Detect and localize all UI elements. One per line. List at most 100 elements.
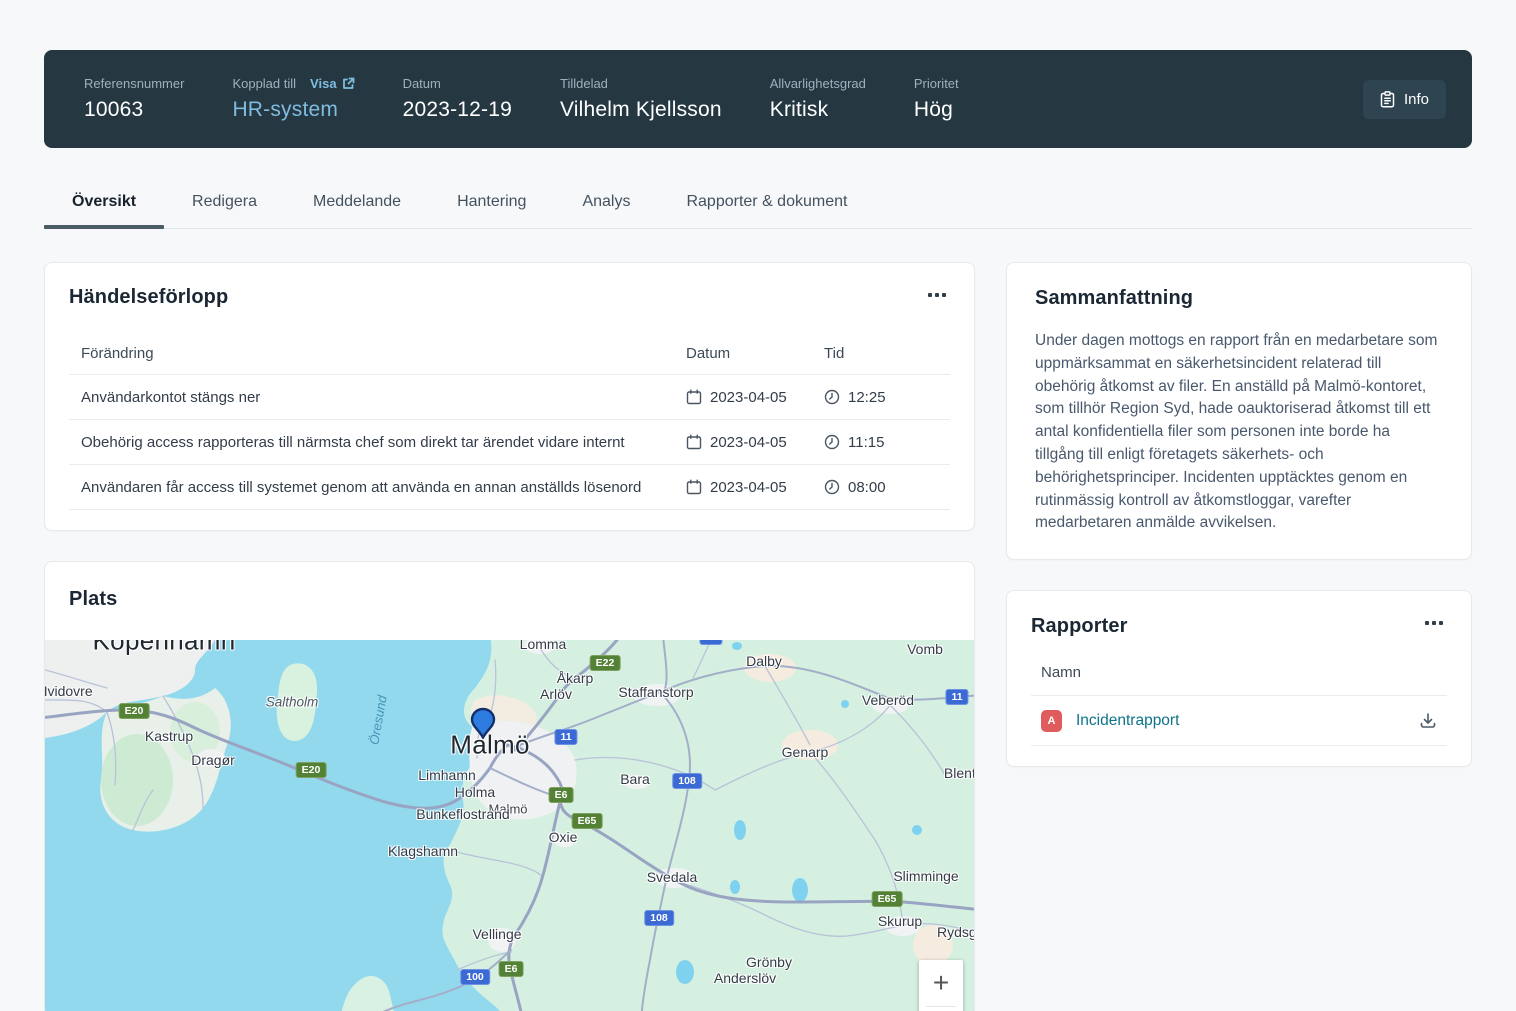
map-label-badge-green: E20 (119, 703, 150, 719)
map-label-badge-blue: 100 (460, 969, 490, 985)
map-label-town: Skurup (878, 913, 922, 929)
clock-icon (824, 389, 840, 405)
report-link[interactable]: Incidentrapport (1076, 712, 1179, 730)
map-label-town: Rydsgård (937, 924, 974, 940)
map-label-town: Grönby (746, 954, 792, 970)
field-label: Kopplad till (232, 76, 296, 91)
timeline-row: Användaren får access till systemet geno… (69, 465, 950, 510)
calendar-icon (686, 434, 702, 450)
map-label-town: Bunkeflostrand (416, 806, 509, 822)
map-label-town: Kastrup (145, 728, 193, 744)
map-label-badge-green: E65 (872, 891, 903, 907)
clock-icon (824, 434, 840, 450)
map-label-town: Dalby (746, 653, 782, 669)
reports-menu-button[interactable] (1421, 617, 1447, 629)
map-label-town: Åkarp (557, 670, 594, 686)
timeline-menu-button[interactable] (924, 289, 950, 301)
tab-analys[interactable]: Analys (554, 178, 658, 228)
map-label-town: Holma (455, 784, 495, 800)
assignee-value: Vilhelm Kjellsson (560, 98, 722, 122)
tab-rapporter-dokument[interactable]: Rapporter & dokument (658, 178, 875, 228)
reference-number-value: 10063 (84, 98, 184, 122)
zoom-divider (926, 1006, 956, 1007)
map-label-town: Klagshamn (388, 843, 458, 859)
map-label-badge-green: E65 (572, 813, 603, 829)
download-icon (1419, 712, 1437, 729)
field-reference-number: Referensnummer 10063 (84, 76, 184, 122)
map-label-badge-green: E6 (499, 961, 524, 977)
timeline-row: Användarkontot stängs ner 2023-04-05 12:… (69, 375, 950, 420)
map-label-town: Dragør (191, 752, 235, 768)
map-labels: KöpenhamnHvidovreKastrupDragørSaltholmÖr… (45, 640, 974, 1011)
field-label: Referensnummer (84, 76, 184, 91)
map-label-badge-blue: 11 (554, 729, 577, 745)
map-label-town: Svedala (647, 869, 698, 885)
info-button[interactable]: Info (1363, 80, 1446, 119)
tab-hantering[interactable]: Hantering (429, 178, 554, 228)
zoom-in-button[interactable]: + (919, 960, 963, 1006)
tab-redigera[interactable]: Redigera (164, 178, 285, 228)
map-label-badge-blue: 108 (672, 773, 702, 789)
calendar-icon (686, 479, 702, 495)
map-label-water: Öresund (366, 694, 389, 746)
tab-oversikt[interactable]: Översikt (44, 178, 164, 228)
map-label-town: Oxie (549, 829, 578, 845)
column-header-change: Förändring (69, 345, 686, 362)
date-value: 2023-12-19 (403, 98, 512, 122)
summary-title: Sammanfattning (1035, 287, 1443, 310)
field-severity: Allvarlighetsgrad Kritisk (770, 76, 866, 122)
timeline-card: Händelseförlopp Förändring Datum Tid Anv… (44, 262, 975, 531)
map-label-town: Slimminge (893, 868, 958, 884)
pdf-file-icon: A (1041, 710, 1062, 732)
tab-meddelande[interactable]: Meddelande (285, 178, 429, 228)
linked-system-link[interactable]: HR-system (232, 98, 354, 122)
reports-title: Rapporter (1031, 615, 1447, 638)
right-column: Sammanfattning Under dagen mottogs en ra… (1006, 262, 1472, 767)
column-header-date: Datum (686, 345, 824, 362)
map-label-town: Blentarp (944, 765, 974, 781)
summary-card: Sammanfattning Under dagen mottogs en ra… (1006, 262, 1472, 560)
column-header-time: Tid (824, 345, 950, 362)
field-label: Allvarlighetsgrad (770, 76, 866, 91)
map-label-town: Veberöd (862, 692, 914, 708)
tab-bar: Översikt Redigera Meddelande Hantering A… (44, 178, 1472, 229)
map-label-badge-green: E20 (296, 762, 327, 778)
time-text: 11:15 (848, 434, 884, 451)
timeline-row: Obehörig access rapporteras till närmsta… (69, 420, 950, 465)
map-label-badge-blue: 11 (699, 640, 722, 645)
time-text: 12:25 (848, 389, 886, 406)
external-link-icon (342, 77, 355, 90)
download-button[interactable] (1415, 708, 1441, 733)
map-label-town: Staffanstorp (618, 684, 693, 700)
summary-text: Under dagen mottogs en rapport från en m… (1035, 330, 1443, 535)
date-text: 2023-04-05 (710, 389, 787, 406)
change-text: Användaren får access till systemet geno… (69, 479, 686, 496)
show-link[interactable]: Visa (310, 76, 355, 91)
field-priority: Prioritet Hög (914, 76, 959, 122)
change-text: Obehörig access rapporteras till närmsta… (69, 434, 686, 451)
location-title: Plats (69, 588, 950, 611)
left-column: Händelseförlopp Förändring Datum Tid Anv… (44, 262, 975, 1011)
calendar-icon (686, 389, 702, 405)
field-date: Datum 2023-12-19 (403, 76, 512, 122)
map-label-city: Köpenhamn (93, 640, 236, 657)
incident-header-bar: Referensnummer 10063 Kopplad till Visa H… (44, 50, 1472, 148)
map-label-town: Vomb (907, 641, 943, 657)
field-label: Prioritet (914, 76, 959, 91)
map-label-town: Lomma (520, 640, 567, 652)
timeline-header-row: Förändring Datum Tid (69, 333, 950, 375)
map-label-town: Arlöv (540, 686, 572, 702)
map-label-city: Malmö (450, 730, 530, 761)
change-text: Användarkontot stängs ner (69, 389, 686, 406)
priority-value: Hög (914, 98, 959, 122)
map-label-town: Vellinge (472, 926, 521, 942)
location-card: Plats (44, 561, 975, 1011)
date-text: 2023-04-05 (710, 434, 787, 451)
map[interactable]: KöpenhamnHvidovreKastrupDragørSaltholmÖr… (45, 640, 974, 1011)
field-linked-to: Kopplad till Visa HR-system (232, 76, 354, 122)
time-text: 08:00 (848, 479, 886, 496)
severity-value: Kritisk (770, 98, 866, 122)
report-row: A Incidentrapport (1031, 696, 1447, 746)
date-text: 2023-04-05 (710, 479, 787, 496)
map-label-badge-blue: 108 (644, 910, 674, 926)
